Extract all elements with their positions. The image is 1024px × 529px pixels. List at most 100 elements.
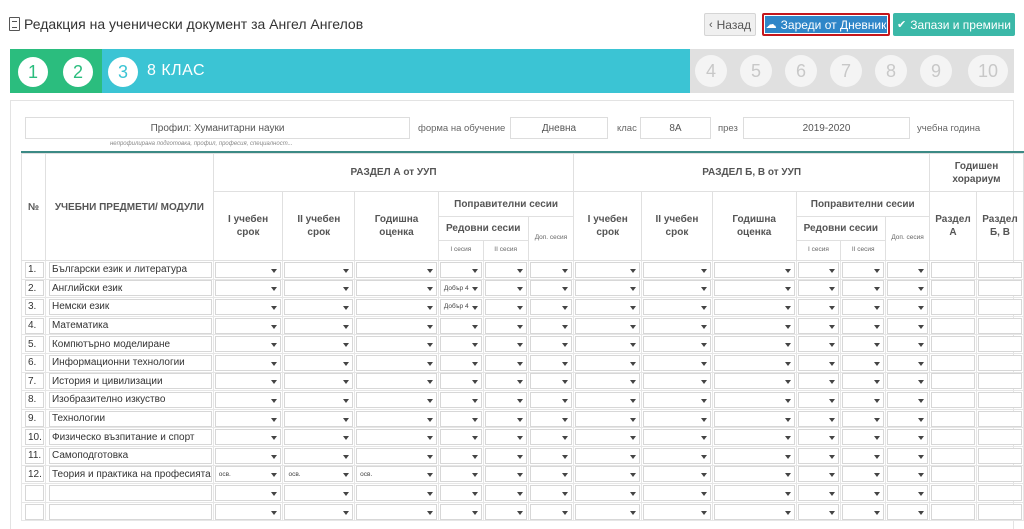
grade-dropdown[interactable] <box>214 373 282 390</box>
grade-dropdown[interactable] <box>529 447 573 464</box>
step-4[interactable]: 4 <box>695 55 727 87</box>
grade-dropdown[interactable] <box>643 317 711 334</box>
grade-dropdown[interactable] <box>643 354 711 371</box>
grade-dropdown[interactable] <box>284 354 354 371</box>
grade-dropdown[interactable] <box>529 503 573 520</box>
grade-dropdown[interactable]: осв. <box>284 466 354 483</box>
grade-dropdown[interactable] <box>842 317 885 334</box>
grade-dropdown[interactable]: Добър 4 <box>439 298 482 315</box>
grade-dropdown[interactable] <box>529 410 573 427</box>
grade-dropdown[interactable] <box>439 354 482 371</box>
grade-dropdown[interactable] <box>887 336 928 353</box>
hours-b-input[interactable] <box>977 280 1022 297</box>
subject-cell[interactable] <box>44 483 214 503</box>
subject-cell[interactable]: Компютърно моделиране <box>44 334 214 354</box>
grade-dropdown[interactable] <box>842 336 885 353</box>
grade-dropdown[interactable] <box>484 410 527 427</box>
grade-dropdown[interactable] <box>284 429 354 446</box>
grade-dropdown[interactable] <box>484 336 527 353</box>
hours-a-input[interactable] <box>930 484 975 501</box>
grade-dropdown[interactable] <box>529 261 573 278</box>
grade-dropdown[interactable] <box>842 280 885 297</box>
grade-dropdown[interactable] <box>887 298 928 315</box>
grade-dropdown[interactable] <box>575 391 641 408</box>
grade-dropdown[interactable] <box>484 298 527 315</box>
grade-dropdown[interactable] <box>356 410 437 427</box>
grade-dropdown[interactable] <box>842 447 885 464</box>
grade-dropdown[interactable] <box>887 391 928 408</box>
hours-a-input[interactable] <box>930 466 975 483</box>
hours-a-input[interactable] <box>930 410 975 427</box>
grade-dropdown[interactable] <box>356 429 437 446</box>
grade-dropdown[interactable] <box>842 373 885 390</box>
grade-dropdown[interactable] <box>484 280 527 297</box>
grade-dropdown[interactable]: Добър 4 <box>439 280 482 297</box>
grade-dropdown[interactable] <box>284 298 354 315</box>
grade-dropdown[interactable] <box>797 354 840 371</box>
subject-name[interactable]: Физическо възпитание и спорт <box>48 429 212 446</box>
back-button[interactable]: ‹ Назад <box>704 13 756 36</box>
hours-a-input[interactable] <box>930 298 975 315</box>
hours-a-input[interactable] <box>930 317 975 334</box>
grade-dropdown[interactable] <box>643 280 711 297</box>
hours-b-input[interactable] <box>977 317 1022 334</box>
grade-dropdown[interactable] <box>797 429 840 446</box>
grade-dropdown[interactable] <box>713 317 795 334</box>
grade-dropdown[interactable] <box>887 484 928 501</box>
subject-cell[interactable]: Английски език <box>44 278 214 299</box>
subject-cell[interactable]: Математика <box>44 315 214 336</box>
grade-dropdown[interactable] <box>484 447 527 464</box>
grade-dropdown[interactable] <box>529 280 573 297</box>
step-1[interactable]: 1 <box>18 57 48 87</box>
grade-dropdown[interactable] <box>797 410 840 427</box>
grade-dropdown[interactable] <box>713 447 795 464</box>
hours-b-input[interactable] <box>977 336 1022 353</box>
save-and-next-button[interactable]: ✔ Запази и премини <box>893 13 1015 36</box>
grade-dropdown[interactable] <box>842 410 885 427</box>
grade-dropdown[interactable] <box>887 261 928 278</box>
grade-dropdown[interactable] <box>529 317 573 334</box>
subject-name[interactable] <box>48 484 212 501</box>
step-3[interactable]: 3 <box>108 57 138 87</box>
step-2[interactable]: 2 <box>63 57 93 87</box>
grade-dropdown[interactable] <box>356 447 437 464</box>
grade-dropdown[interactable] <box>484 373 527 390</box>
grade-dropdown[interactable] <box>575 261 641 278</box>
grade-dropdown[interactable] <box>214 354 282 371</box>
subject-name[interactable]: Информационни технологии <box>48 354 212 371</box>
grade-dropdown[interactable] <box>284 484 354 501</box>
grade-dropdown[interactable] <box>713 261 795 278</box>
hours-a-input[interactable] <box>930 429 975 446</box>
grade-dropdown[interactable] <box>797 391 840 408</box>
grade-dropdown[interactable] <box>575 466 641 483</box>
grade-dropdown[interactable] <box>214 298 282 315</box>
grade-dropdown[interactable] <box>356 336 437 353</box>
grade-dropdown[interactable] <box>529 466 573 483</box>
grade-dropdown[interactable] <box>842 429 885 446</box>
grade-dropdown[interactable] <box>713 354 795 371</box>
grade-dropdown[interactable] <box>575 410 641 427</box>
grade-dropdown[interactable] <box>356 503 437 520</box>
hours-b-input[interactable] <box>977 466 1022 483</box>
grade-dropdown[interactable] <box>439 317 482 334</box>
class-field[interactable]: 8А <box>640 117 711 139</box>
hours-b-input[interactable] <box>977 429 1022 446</box>
grade-dropdown[interactable] <box>214 503 282 520</box>
grade-dropdown[interactable] <box>575 354 641 371</box>
subject-cell[interactable]: Технологии <box>44 408 214 429</box>
grade-dropdown[interactable] <box>643 429 711 446</box>
grade-dropdown[interactable] <box>842 503 885 520</box>
grade-dropdown[interactable] <box>842 298 885 315</box>
subject-name[interactable]: Български език и литература <box>48 261 212 278</box>
grade-dropdown[interactable] <box>643 336 711 353</box>
grade-dropdown[interactable] <box>575 336 641 353</box>
load-from-diary-button[interactable]: ☁ Зареди от Дневник <box>762 13 890 36</box>
subject-name[interactable] <box>48 503 212 520</box>
grade-dropdown[interactable] <box>214 484 282 501</box>
grade-dropdown[interactable]: осв. <box>356 466 437 483</box>
grade-dropdown[interactable] <box>439 410 482 427</box>
grade-dropdown[interactable] <box>713 429 795 446</box>
grade-dropdown[interactable] <box>529 354 573 371</box>
hours-b-input[interactable] <box>977 503 1022 520</box>
grade-dropdown[interactable] <box>529 484 573 501</box>
